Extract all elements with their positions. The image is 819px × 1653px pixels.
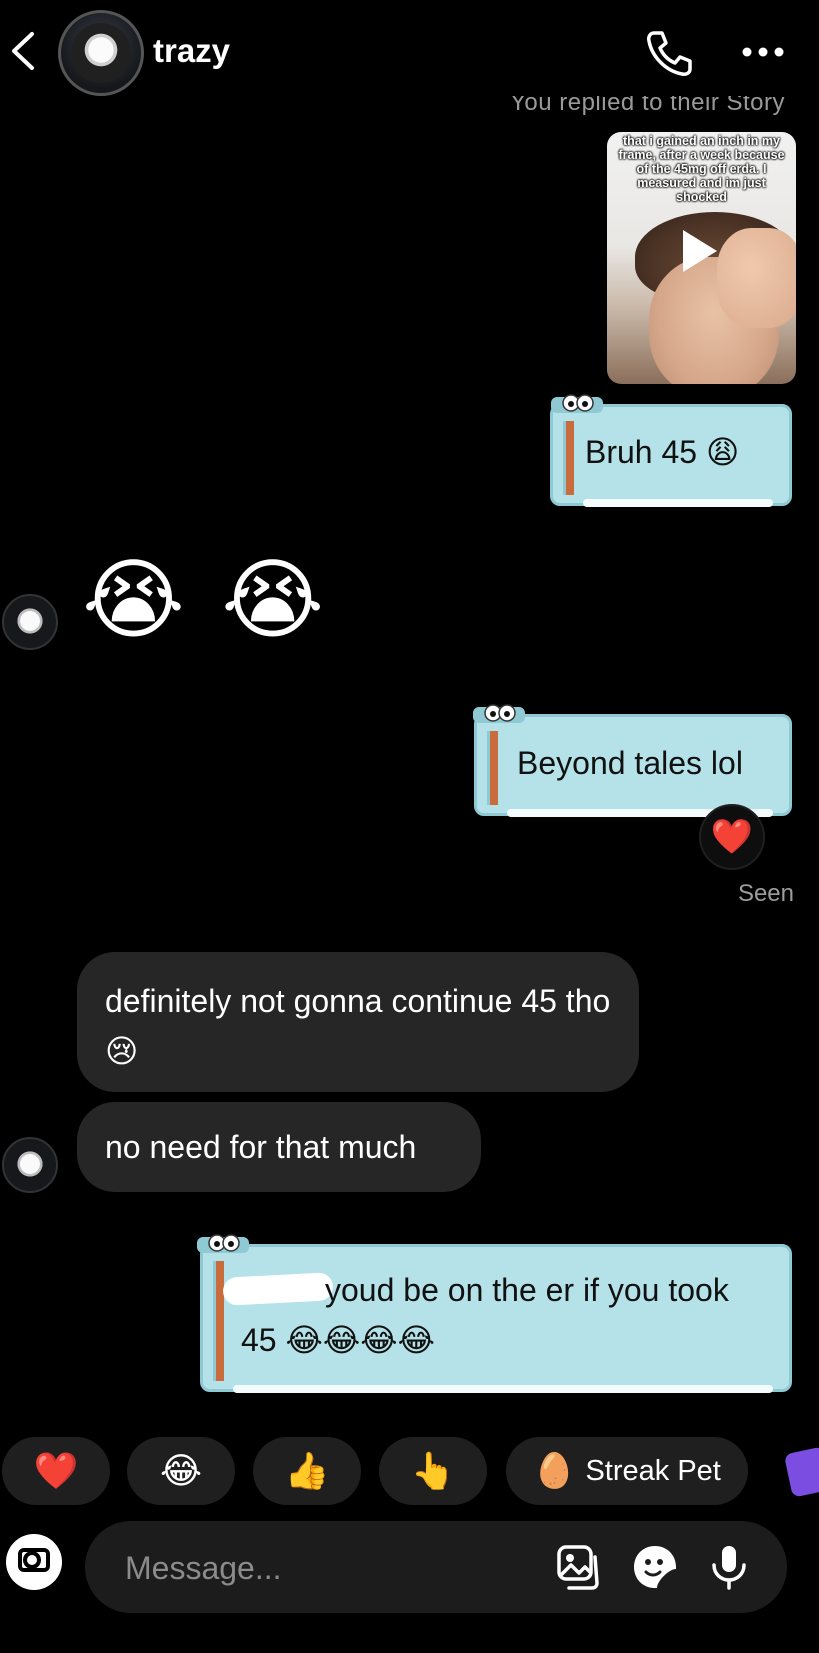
camera-icon[interactable] xyxy=(6,1534,62,1590)
message-input[interactable] xyxy=(123,1545,507,1591)
incoming-message[interactable]: definitely not gonna continue 45 tho😢 xyxy=(77,952,639,1092)
quick-reaction-thumbs-up[interactable]: 👍 xyxy=(253,1437,361,1505)
quick-reaction-heart[interactable]: ❤️ xyxy=(2,1437,110,1505)
story-caption: that i gained an inch in my frame, after… xyxy=(618,134,785,204)
theme-eyes-icon xyxy=(197,1234,249,1253)
quick-reaction-point-up[interactable]: 👆 xyxy=(379,1437,487,1505)
bubble-stripe xyxy=(563,421,574,495)
sender-avatar[interactable] xyxy=(2,594,58,650)
microphone-icon[interactable] xyxy=(705,1543,753,1591)
outgoing-message[interactable]: youd be on the er if you took 45 😂😂😂😂 xyxy=(197,1234,792,1393)
message-text: definitely not gonna continue 45 tho😢 xyxy=(105,983,611,1069)
sticker-icon[interactable] xyxy=(631,1543,679,1591)
bubble-stripe xyxy=(487,731,498,805)
incoming-emoji-message[interactable]: 😭 😭 xyxy=(82,556,330,644)
message-text: Bruh 45 😩 xyxy=(585,434,740,470)
theme-eyes-icon xyxy=(473,704,525,723)
theme-eyes-icon xyxy=(551,394,603,413)
gallery-icon[interactable] xyxy=(555,1543,603,1591)
streak-pet-label: Streak Pet xyxy=(585,1454,721,1487)
purple-app-icon[interactable] xyxy=(783,1446,819,1498)
message-text: no need for that much xyxy=(105,1129,417,1165)
play-icon[interactable] xyxy=(683,230,717,272)
heart-reaction-badge[interactable]: ❤️ xyxy=(699,804,765,870)
quick-reaction-laugh[interactable]: 😂 xyxy=(127,1437,235,1505)
outgoing-message[interactable]: Beyond tales lol xyxy=(473,704,792,817)
egg-icon: 🥚 xyxy=(533,1452,576,1490)
story-reply-note: You replied to their Story xyxy=(510,96,785,116)
bubble-band xyxy=(233,1385,773,1393)
streak-pet-button[interactable]: 🥚 Streak Pet xyxy=(506,1437,748,1505)
sender-avatar[interactable] xyxy=(2,1137,58,1193)
chat-username[interactable]: trazy xyxy=(153,32,230,70)
story-thumbnail[interactable]: that i gained an inch in my frame, after… xyxy=(607,132,796,384)
seen-status: Seen xyxy=(737,880,794,907)
message-text: youd be on the er if you took 45 😂😂😂😂 xyxy=(241,1272,729,1358)
message-composer xyxy=(85,1521,787,1613)
more-horizontal-icon[interactable] xyxy=(740,37,786,67)
message-text: Beyond tales lol xyxy=(517,745,743,781)
story-image-hand xyxy=(717,228,796,328)
back-chevron-icon[interactable] xyxy=(6,28,40,74)
header-avatar[interactable] xyxy=(58,10,144,96)
phone-icon[interactable] xyxy=(644,27,692,79)
bubble-band xyxy=(583,499,773,507)
outgoing-message[interactable]: Bruh 45 😩 xyxy=(550,394,792,507)
bubble-stripe xyxy=(213,1261,224,1381)
incoming-message[interactable]: no need for that much xyxy=(77,1102,481,1192)
